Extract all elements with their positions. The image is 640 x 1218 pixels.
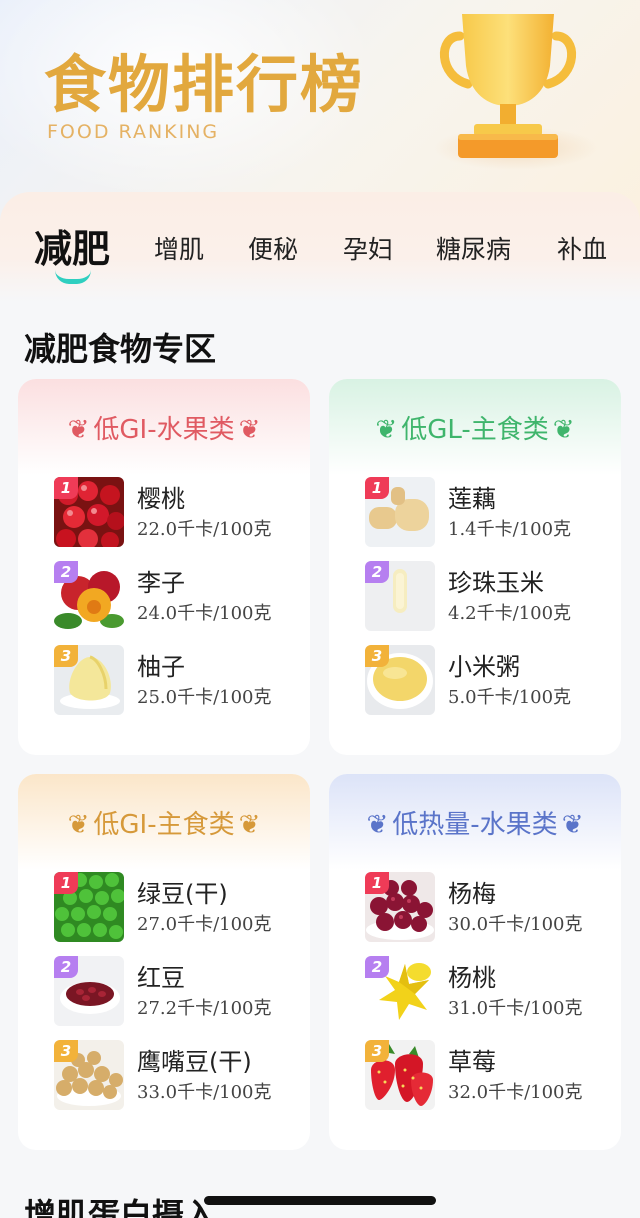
food-name: 柚子 — [137, 653, 185, 681]
starfruit-icon: 2 — [365, 956, 435, 1026]
food-calories: 31.0千卡/100克 — [448, 998, 583, 1019]
list-item[interactable]: 1 绿豆(干) 27.0千卡/100克 — [54, 872, 294, 942]
ranking-card-low-gi-fruit[interactable]: ❦ 低GI-水果类 ❦ 1 樱桃 22.0千卡/100克 2 李子 24.0千卡/1… — [18, 379, 310, 755]
tab-muscle-gain[interactable]: 增肌 — [154, 230, 204, 266]
list-item[interactable]: 3 鹰嘴豆(干) 33.0千卡/100克 — [54, 1040, 294, 1110]
list-item[interactable]: 3 柚子 25.0千卡/100克 — [54, 645, 294, 715]
laurel-right-icon: ❦ — [561, 810, 584, 840]
tab-diabetes[interactable]: 糖尿病 — [436, 230, 511, 266]
laurel-left-icon: ❦ — [67, 415, 90, 445]
red-bean-icon: 2 — [54, 956, 124, 1026]
rank-badge: 2 — [365, 956, 389, 978]
card-header: ❦ 低热量-水果类 ❦ — [329, 774, 621, 870]
card-title: 低GI-水果类 — [93, 415, 235, 445]
food-calories: 33.0千卡/100克 — [137, 1082, 272, 1103]
food-calories: 32.0千卡/100克 — [448, 1082, 583, 1103]
list-item[interactable]: 2 珍珠玉米 4.2千卡/100克 — [365, 561, 605, 631]
food-calories: 1.4千卡/100克 — [448, 519, 572, 540]
plum-icon: 2 — [54, 561, 124, 631]
food-name: 鹰嘴豆(干) — [137, 1048, 252, 1076]
card-title: 低热量-水果类 — [392, 810, 558, 840]
food-calories: 5.0千卡/100克 — [448, 687, 572, 708]
card-title: 低GI-主食类 — [93, 810, 235, 840]
rank-badge: 1 — [365, 872, 389, 894]
food-name: 李子 — [137, 569, 185, 597]
pomelo-icon: 3 — [54, 645, 124, 715]
rank-badge: 2 — [365, 561, 389, 583]
list-item[interactable]: 1 莲藕 1.4千卡/100克 — [365, 477, 605, 547]
rank-badge: 3 — [365, 645, 389, 667]
category-tabs: 减肥 增肌 便秘 孕妇 糖尿病 补血 — [0, 192, 640, 302]
laurel-left-icon: ❦ — [366, 810, 389, 840]
rank-badge: 3 — [365, 1040, 389, 1062]
corn-icon: 2 — [365, 561, 435, 631]
mung-bean-icon: 1 — [54, 872, 124, 942]
page-subtitle: FOOD RANKING — [47, 121, 220, 143]
laurel-left-icon: ❦ — [375, 415, 398, 445]
food-name: 草莓 — [448, 1048, 496, 1076]
food-calories: 25.0千卡/100克 — [137, 687, 272, 708]
laurel-right-icon: ❦ — [238, 810, 261, 840]
strawberry-icon: 3 — [365, 1040, 435, 1110]
food-calories: 27.2千卡/100克 — [137, 998, 272, 1019]
food-calories: 30.0千卡/100克 — [448, 914, 583, 935]
list-item[interactable]: 3 小米粥 5.0千卡/100克 — [365, 645, 605, 715]
section-title-weight-loss: 减肥食物专区 — [24, 330, 217, 368]
food-name: 绿豆(干) — [137, 880, 228, 908]
tab-weight-loss[interactable]: 减肥 — [34, 218, 110, 273]
list-item[interactable]: 1 樱桃 22.0千卡/100克 — [54, 477, 294, 547]
lotus-root-icon: 1 — [365, 477, 435, 547]
food-calories: 24.0千卡/100克 — [137, 603, 272, 624]
food-name: 莲藕 — [448, 485, 496, 513]
page-title: 食物排行榜 — [44, 48, 365, 121]
food-name: 珍珠玉米 — [448, 569, 544, 597]
food-name: 红豆 — [137, 964, 185, 992]
ranking-card-low-gl-staple[interactable]: ❦ 低GL-主食类 ❦ 1 莲藕 1.4千卡/100克 2 珍珠玉米 4.2千卡/1… — [329, 379, 621, 755]
list-item[interactable]: 2 红豆 27.2千卡/100克 — [54, 956, 294, 1026]
rank-badge: 2 — [54, 561, 78, 583]
food-calories: 22.0千卡/100克 — [137, 519, 272, 540]
rank-badge: 2 — [54, 956, 78, 978]
cherry-icon: 1 — [54, 477, 124, 547]
food-calories: 27.0千卡/100克 — [137, 914, 272, 935]
home-indicator[interactable] — [204, 1196, 436, 1205]
card-header: ❦ 低GL-主食类 ❦ — [329, 379, 621, 475]
list-item[interactable]: 1 杨梅 30.0千卡/100克 — [365, 872, 605, 942]
rank-badge: 1 — [365, 477, 389, 499]
ranking-card-low-calorie-fruit[interactable]: ❦ 低热量-水果类 ❦ 1 杨梅 30.0千卡/100克 2 杨桃 31.0千卡… — [329, 774, 621, 1150]
food-name: 杨梅 — [448, 880, 496, 908]
list-item[interactable]: 3 草莓 32.0千卡/100克 — [365, 1040, 605, 1110]
tab-pregnancy[interactable]: 孕妇 — [343, 230, 393, 266]
rank-badge: 3 — [54, 645, 78, 667]
bayberry-icon: 1 — [365, 872, 435, 942]
active-tab-indicator — [55, 270, 91, 284]
tab-blood-tonic[interactable]: 补血 — [557, 230, 607, 266]
section-title-muscle-gain: 增肌蛋白摄入 — [24, 1196, 217, 1218]
card-title: 低GL-主食类 — [401, 415, 549, 445]
rank-badge: 3 — [54, 1040, 78, 1062]
list-item[interactable]: 2 李子 24.0千卡/100克 — [54, 561, 294, 631]
list-item[interactable]: 2 杨桃 31.0千卡/100克 — [365, 956, 605, 1026]
food-calories: 4.2千卡/100克 — [448, 603, 572, 624]
food-name: 樱桃 — [137, 485, 185, 513]
laurel-right-icon: ❦ — [238, 415, 261, 445]
card-header: ❦ 低GI-水果类 ❦ — [18, 379, 310, 475]
laurel-left-icon: ❦ — [67, 810, 90, 840]
tab-constipation[interactable]: 便秘 — [248, 230, 298, 266]
millet-porridge-icon: 3 — [365, 645, 435, 715]
food-name: 小米粥 — [448, 653, 520, 681]
food-name: 杨桃 — [448, 964, 496, 992]
ranking-card-low-gi-staple[interactable]: ❦ 低GI-主食类 ❦ 1 绿豆(干) 27.0千卡/100克 2 红豆 27.… — [18, 774, 310, 1150]
laurel-right-icon: ❦ — [552, 415, 575, 445]
chickpea-icon: 3 — [54, 1040, 124, 1110]
rank-badge: 1 — [54, 477, 78, 499]
trophy-icon — [434, 14, 598, 170]
hero-banner: 食物排行榜 FOOD RANKING — [0, 0, 640, 220]
card-header: ❦ 低GI-主食类 ❦ — [18, 774, 310, 870]
rank-badge: 1 — [54, 872, 78, 894]
